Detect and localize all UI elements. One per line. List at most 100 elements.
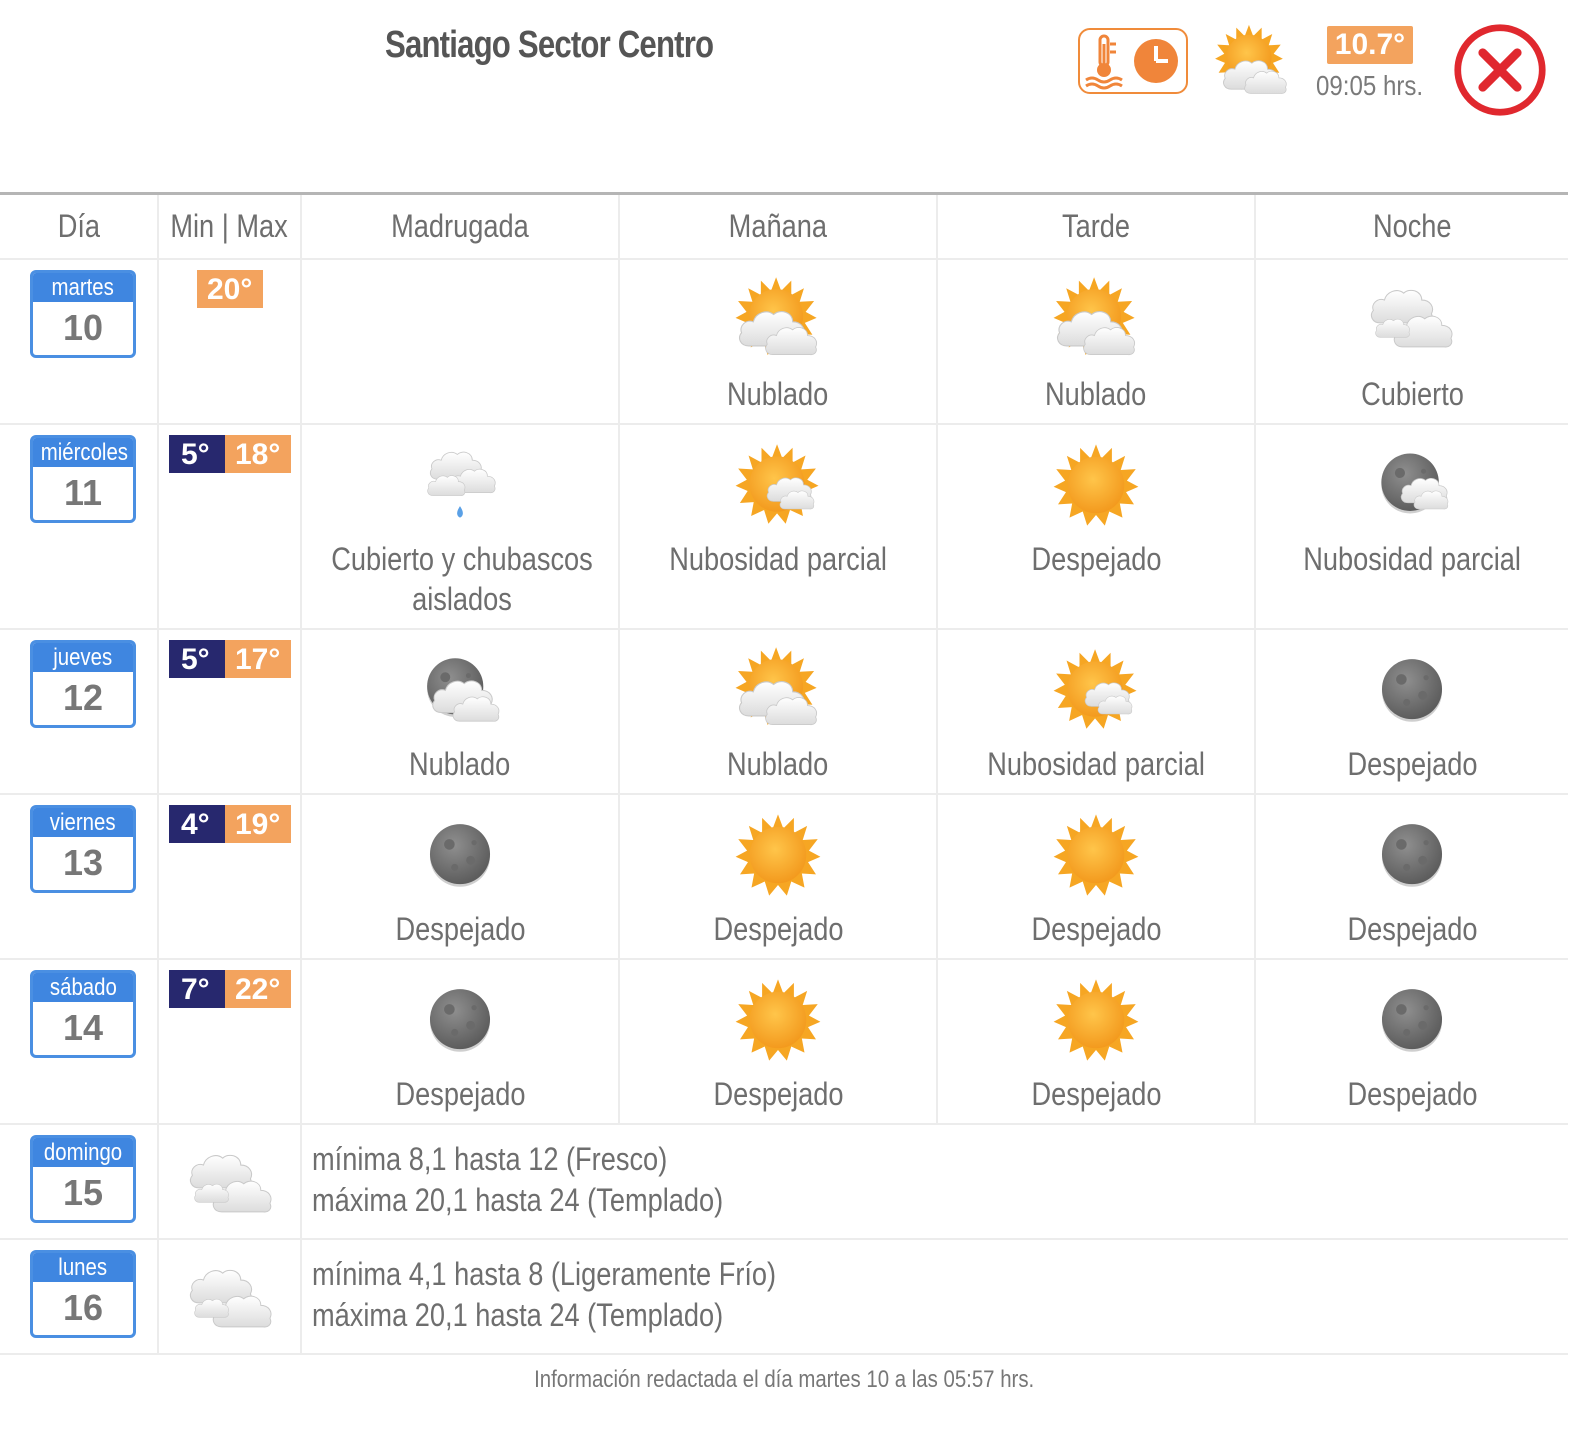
extended-text-cell: mínima 8,1 hasta 12 (Fresco) máxima 20,1…	[302, 1125, 1568, 1238]
period-cell: Nublado	[938, 260, 1256, 423]
calendar-date: 16	[62, 1287, 104, 1328]
moon-icon	[429, 824, 491, 887]
day-cell: miércoles 11	[0, 425, 159, 628]
extended-text-cell: mínima 4,1 hasta 8 (Ligeramente Frío) má…	[302, 1240, 1568, 1353]
thermometer-clock-button[interactable]	[1078, 28, 1188, 94]
period-cell: Despejado	[938, 960, 1256, 1123]
condition-label: Despejado	[394, 1076, 526, 1112]
col-manana: Mañana	[620, 195, 938, 258]
max-range-text: máxima 20,1 hasta 24 (Templado)	[312, 1182, 724, 1218]
condition-label: Nubosidad parcial	[669, 541, 887, 577]
sun-cloud-icon	[735, 277, 818, 356]
period-cell: Despejado	[938, 795, 1256, 958]
minmax-cell: 20°	[159, 260, 302, 423]
calendar-badge: viernes 13	[30, 805, 136, 893]
condition-label: Cubierto y chubascos aislados	[331, 541, 593, 617]
table-row: viernes 13 4° 19° Despejado Despejado De…	[0, 795, 1568, 960]
period-cell: Nubosidad parcial	[1256, 425, 1568, 628]
thermometer-clock-icon	[1085, 34, 1178, 90]
temperature-range: 20°	[197, 270, 263, 308]
current-temperature: 10.7°	[1327, 26, 1413, 64]
temperature-range: 5° 17°	[169, 640, 291, 678]
forecast-table: Día Min | Max Madrugada Mañana Tarde Noc…	[0, 192, 1568, 1355]
condition-label: Nublado	[727, 376, 829, 412]
period-cell: Cubierto y chubascos aislados	[302, 425, 620, 628]
period-cell: Despejado	[620, 795, 938, 958]
col-day: Día	[0, 195, 159, 258]
calendar-date: 12	[62, 677, 104, 718]
period-cell: Nublado	[620, 630, 938, 793]
temp-max: 20°	[197, 270, 263, 308]
condition-label: Nublado	[1045, 376, 1147, 412]
calendar-date: 14	[62, 1007, 104, 1048]
sun-cloud-icon	[1053, 277, 1136, 356]
sun-icon	[1053, 979, 1139, 1061]
clouds-icon	[189, 1269, 272, 1328]
min-range-text: mínima 8,1 hasta 12 (Fresco)	[312, 1141, 668, 1177]
period-cell: Nubosidad parcial	[938, 630, 1256, 793]
page-title: Santiago Sector Centro	[385, 24, 714, 66]
day-cell: viernes 13	[0, 795, 159, 958]
footer-note: Información redactada el día martes 10 a…	[533, 1366, 1035, 1393]
period-cell: Despejado	[302, 960, 620, 1123]
temp-min: 4°	[169, 805, 225, 843]
temp-min: 7°	[169, 970, 225, 1008]
condition-label: Cubierto	[1360, 376, 1464, 412]
period-cell: Despejado	[1256, 960, 1568, 1123]
sun-cloud-icon	[1215, 24, 1287, 94]
clouds-icon	[1370, 289, 1453, 348]
calendar-weekday: sábado	[33, 973, 133, 1002]
condition-label	[302, 374, 618, 414]
temp-min: 5°	[169, 640, 225, 678]
period-cell: Despejado	[1256, 795, 1568, 958]
close-icon[interactable]	[1452, 22, 1548, 118]
calendar-weekday: lunes	[33, 1253, 133, 1282]
day-cell: martes 10	[0, 260, 159, 423]
calendar-weekday: martes	[33, 273, 133, 302]
calendar-date: 13	[62, 842, 104, 883]
sun-cloud-icon	[735, 647, 818, 726]
condition-label: Despejado	[712, 1076, 844, 1112]
calendar-badge: sábado 14	[30, 970, 136, 1058]
day-cell: sábado 14	[0, 960, 159, 1123]
condition-label: Despejado	[1030, 911, 1162, 947]
condition-label: Despejado	[1030, 1076, 1162, 1112]
max-range-text: máxima 20,1 hasta 24 (Templado)	[312, 1297, 724, 1333]
table-row: domingo 15 mínima 8,1 hasta 12 (Fresco) …	[0, 1125, 1568, 1240]
extended-text: mínima 8,1 hasta 12 (Fresco) máxima 20,1…	[312, 1139, 723, 1221]
min-range-text: mínima 4,1 hasta 8 (Ligeramente Frío)	[312, 1256, 777, 1292]
sun-cloud-small-icon	[735, 444, 819, 524]
condition-label: Nubosidad parcial	[1303, 541, 1521, 577]
period-cell: Cubierto	[1256, 260, 1568, 423]
calendar-weekday: jueves	[33, 643, 133, 672]
temperature-range: 5° 18°	[169, 435, 291, 473]
temperature-range: 4° 19°	[169, 805, 291, 843]
moon-icon	[429, 989, 491, 1052]
cloud-rain-icon	[427, 451, 496, 518]
condition-label: Nublado	[409, 746, 511, 782]
col-noche: Noche	[1372, 208, 1452, 244]
day-cell: jueves 12	[0, 630, 159, 793]
condition-label: Despejado	[1346, 1076, 1478, 1112]
moon-icon	[1381, 824, 1443, 887]
calendar-date: 11	[63, 472, 103, 513]
period-cell: Nublado	[302, 630, 620, 793]
temp-min: 5°	[169, 435, 225, 473]
calendar-weekday: domingo	[33, 1138, 133, 1167]
calendar-date: 15	[62, 1172, 104, 1213]
calendar-date: 10	[62, 307, 104, 348]
minmax-cell: 5° 17°	[159, 630, 302, 793]
clouds-icon	[189, 1154, 272, 1213]
moon-cloud-big-icon	[427, 658, 500, 722]
temp-max: 18°	[225, 435, 291, 473]
sun-icon	[1053, 814, 1139, 896]
table-row: lunes 16 mínima 4,1 hasta 8 (Ligeramente…	[0, 1240, 1568, 1355]
temperature-range: 7° 22°	[169, 970, 291, 1008]
icon-cell	[159, 1240, 302, 1353]
temp-max: 17°	[225, 640, 291, 678]
period-cell: Despejado	[1256, 630, 1568, 793]
day-cell: lunes 16	[0, 1240, 159, 1353]
condition-label: Despejado	[1346, 746, 1478, 782]
current-time: 09:05 hrs.	[1316, 70, 1424, 101]
table-row: martes 10 20° Nublado Nublado Cubierto	[0, 260, 1568, 425]
